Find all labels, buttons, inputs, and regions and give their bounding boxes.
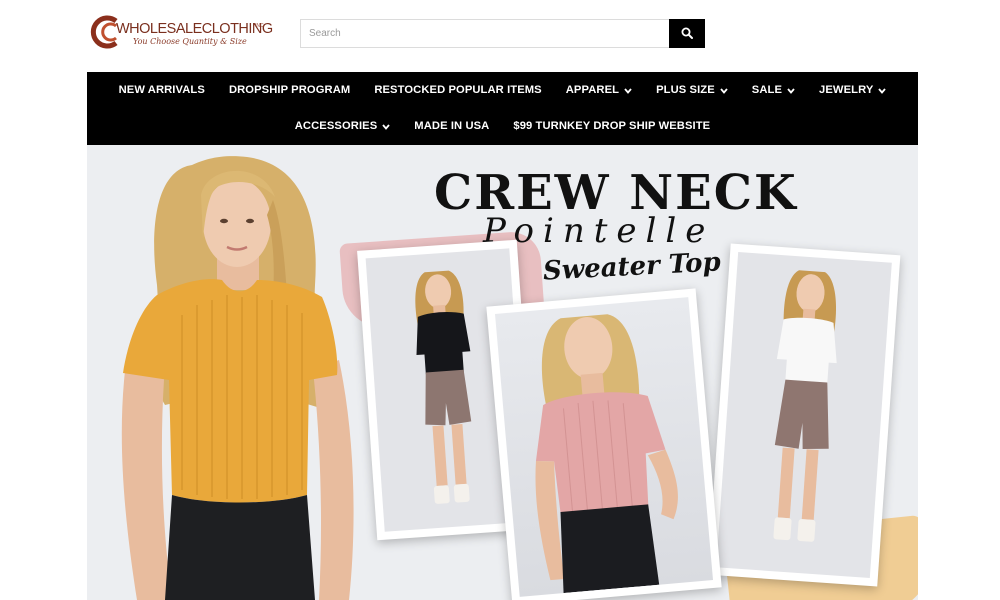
nav-label: $99 TURNKEY DROP SHIP WEBSITE: [513, 120, 711, 132]
nav-row-secondary: ACCESSORIES MADE IN USA $99 TURNKEY DROP…: [87, 119, 918, 134]
nav-label: JEWELRY: [819, 84, 874, 96]
model-pink-top-image: [535, 314, 678, 594]
site-logo[interactable]: WHOLESALECLOTHING You Choose Quantity & …: [90, 14, 273, 50]
nav-item-plus-size[interactable]: PLUS SIZE: [644, 83, 740, 98]
nav-label: APPAREL: [565, 84, 620, 96]
product-photo-pink-top: [486, 288, 722, 600]
main-nav: NEW ARRIVALS DROPSHIP PROGRAM RESTOCKED …: [87, 72, 918, 145]
search-button[interactable]: [669, 19, 705, 48]
nav-item-restocked-popular-items[interactable]: RESTOCKED POPULAR ITEMS: [362, 83, 553, 98]
search-input[interactable]: [300, 19, 670, 48]
nav-label: RESTOCKED POPULAR ITEMS: [374, 84, 542, 96]
logo-name: WHOLESALECLOTHING: [116, 21, 273, 37]
chevron-down-icon: [720, 87, 728, 94]
search-icon: [681, 27, 693, 39]
nav-label: DROPSHIP PROGRAM: [228, 84, 351, 96]
nav-label: NEW ARRIVALS: [118, 84, 205, 96]
nav-item-jewelry[interactable]: JEWELRY: [807, 83, 898, 98]
hero-banner[interactable]: CREW NECK Pointelle Sweater Top: [87, 145, 918, 600]
nav-label: PLUS SIZE: [656, 84, 715, 96]
hero-subline-sweater-top: Sweater Top: [542, 247, 722, 287]
chevron-down-icon: [382, 123, 390, 130]
logo-suffix: INC: [255, 23, 264, 29]
nav-item-made-in-usa[interactable]: MADE IN USA: [402, 119, 501, 134]
nav-item-turnkey-drop-ship-website[interactable]: $99 TURNKEY DROP SHIP WEBSITE: [501, 119, 722, 134]
model-white-top-image: [773, 270, 837, 542]
nav-label: SALE: [751, 84, 783, 96]
nav-label: MADE IN USA: [414, 120, 490, 132]
nav-label: ACCESSORIES: [294, 120, 378, 132]
product-photo-white-top: [707, 243, 901, 587]
chevron-down-icon: [878, 87, 887, 94]
logo-tagline: You Choose Quantity & Size: [133, 37, 247, 46]
nav-item-dropship-program[interactable]: DROPSHIP PROGRAM: [217, 83, 362, 98]
chevron-down-icon: [787, 87, 795, 94]
chevron-down-icon: [624, 87, 632, 94]
nav-item-accessories[interactable]: ACCESSORIES: [283, 119, 403, 134]
search-bar: [300, 19, 705, 48]
hero-model-image: [121, 156, 354, 600]
hero-subline-pointelle: Pointelle: [483, 211, 715, 251]
site-header: WHOLESALECLOTHING You Choose Quantity & …: [0, 0, 1000, 72]
nav-item-sale[interactable]: SALE: [740, 83, 807, 98]
nav-item-apparel[interactable]: APPAREL: [554, 83, 644, 98]
nav-row-primary: NEW ARRIVALS DROPSHIP PROGRAM RESTOCKED …: [87, 83, 918, 98]
nav-item-new-arrivals[interactable]: NEW ARRIVALS: [107, 83, 217, 98]
